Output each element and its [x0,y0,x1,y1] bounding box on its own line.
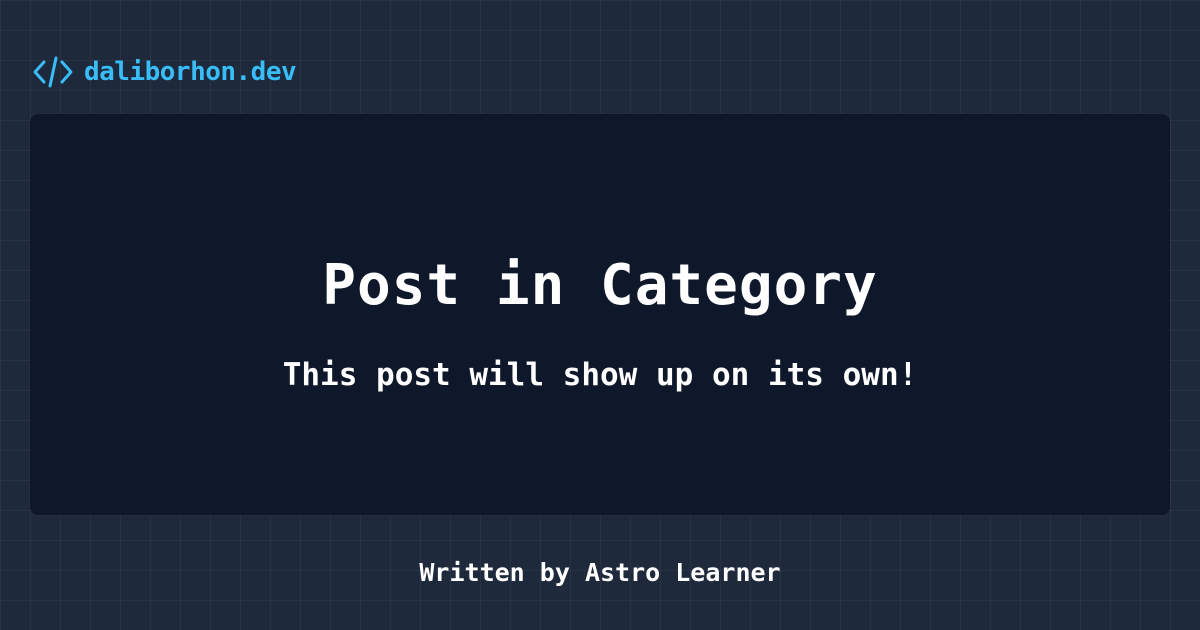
author-byline: Written by Astro Learner [419,558,781,587]
site-name: daliborhon.dev [84,57,297,87]
site-brand[interactable]: daliborhon.dev [32,52,297,92]
post-description: This post will show up on its own! [282,357,918,393]
post-title: Post in Category [322,253,878,318]
code-brackets-icon [33,56,73,88]
